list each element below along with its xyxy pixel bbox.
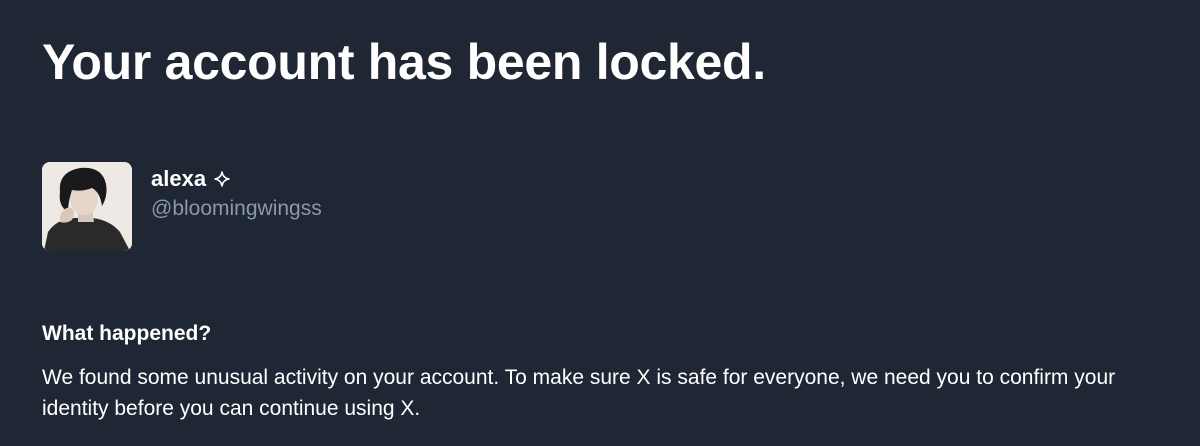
display-name: alexa bbox=[151, 166, 207, 191]
identity-block: alexa @bloomingwingss bbox=[151, 162, 322, 223]
sparkle-icon bbox=[214, 171, 230, 187]
user-handle: @bloomingwingss bbox=[151, 197, 322, 220]
avatar bbox=[42, 162, 132, 251]
section-body: We found some unusual activity on your a… bbox=[42, 366, 1116, 420]
section-heading: What happened? bbox=[42, 322, 212, 345]
name-row: alexa bbox=[151, 165, 322, 193]
page-title: Your account has been locked. bbox=[42, 34, 766, 90]
avatar-image bbox=[42, 162, 132, 251]
account-card: alexa @bloomingwingss bbox=[42, 162, 322, 251]
